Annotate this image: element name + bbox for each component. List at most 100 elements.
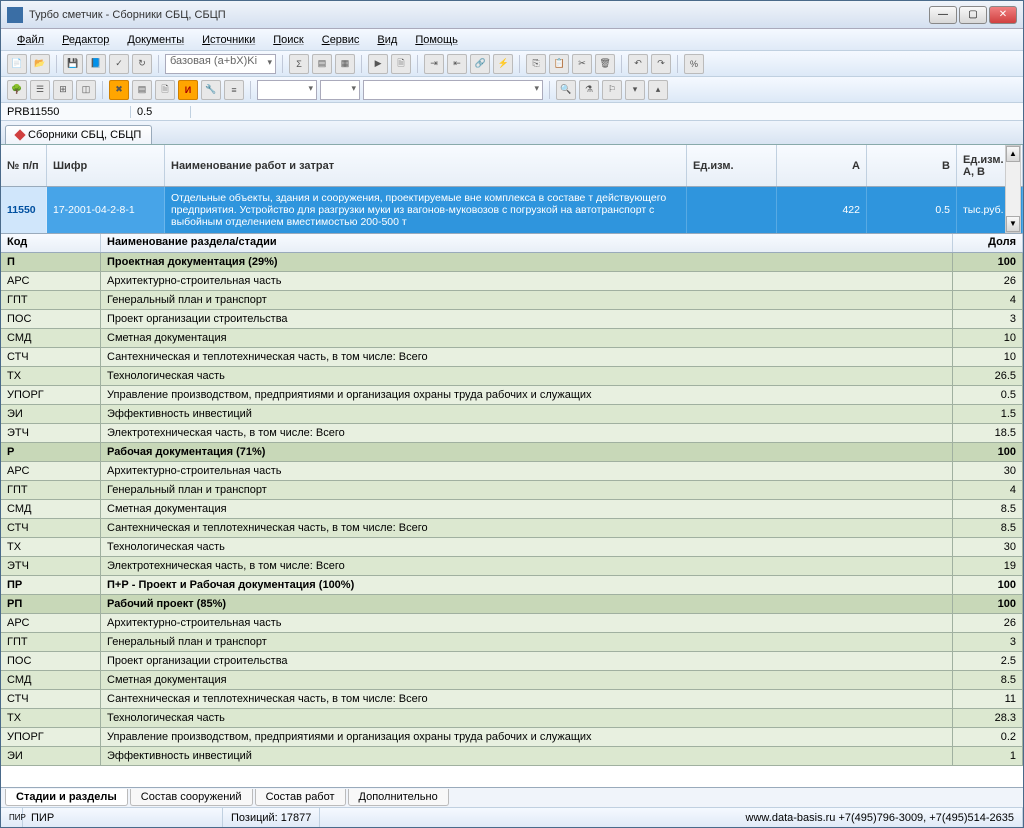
maximize-button[interactable]: ▢ (959, 6, 987, 24)
doc-tab-active[interactable]: Сборники СБЦ, СБЦП (5, 125, 152, 144)
collapse-icon[interactable]: ▦ (335, 54, 355, 74)
cell-value[interactable]: 0.5 (131, 106, 191, 118)
wrench-icon[interactable]: 🔧 (201, 80, 221, 100)
detail-row[interactable]: УПОРГУправление производством, предприят… (1, 386, 1023, 405)
tree-icon[interactable]: 🌳 (7, 80, 27, 100)
undo-icon[interactable]: ↶ (628, 54, 648, 74)
detail-row[interactable]: СМДСметная документация8.5 (1, 671, 1023, 690)
detail-row[interactable]: ЭТЧЭлектротехническая часть, в том числе… (1, 557, 1023, 576)
scroll-down-icon[interactable]: ▼ (1006, 216, 1020, 232)
book-icon[interactable]: 📘 (86, 54, 106, 74)
detail-row[interactable]: ПОСПроект организации строительства2.5 (1, 652, 1023, 671)
import-icon[interactable]: ⇥ (424, 54, 444, 74)
detail-row[interactable]: РРабочая документация (71%)100 (1, 443, 1023, 462)
detail-row[interactable]: СТЧСантехническая и теплотехническая час… (1, 690, 1023, 709)
menu-сервис[interactable]: Сервис (314, 32, 368, 48)
detail-row[interactable]: ГПТГенеральный план и транспорт4 (1, 481, 1023, 500)
detail-row[interactable]: ГПТГенеральный план и транспорт4 (1, 291, 1023, 310)
save-icon[interactable]: 💾 (63, 54, 83, 74)
detail-row[interactable]: СТЧСантехническая и теплотехническая час… (1, 348, 1023, 367)
split-icon[interactable]: ◫ (76, 80, 96, 100)
col-b[interactable]: В (867, 145, 957, 186)
export-icon[interactable]: ⇤ (447, 54, 467, 74)
minimize-button[interactable]: — (929, 6, 957, 24)
list-icon[interactable]: ☰ (30, 80, 50, 100)
paste-icon[interactable]: 📋 (549, 54, 569, 74)
sigma-icon[interactable]: Σ (289, 54, 309, 74)
unfold-icon[interactable]: ▴ (648, 80, 668, 100)
col-unit[interactable]: Ед.изм. (687, 145, 777, 186)
col-a[interactable]: А (777, 145, 867, 186)
menu-файл[interactable]: Файл (9, 32, 52, 48)
run-icon[interactable]: ▶ (368, 54, 388, 74)
d-code: ЭТЧ (1, 557, 101, 575)
detail-row[interactable]: ПРП+Р - Проект и Рабочая документация (1… (1, 576, 1023, 595)
scroll-up-icon[interactable]: ▲ (1006, 146, 1020, 162)
col-num[interactable]: № п/п (1, 145, 47, 186)
flag-icon[interactable]: ⚐ (602, 80, 622, 100)
detail-row[interactable]: ППроектная документация (29%)100 (1, 253, 1023, 272)
combo-3[interactable] (320, 80, 360, 100)
bottom-tab-1[interactable]: Состав сооружений (130, 789, 253, 806)
detail-row[interactable]: УПОРГУправление производством, предприят… (1, 728, 1023, 747)
detail-row[interactable]: АРСАрхитектурно-строительная часть30 (1, 462, 1023, 481)
detail-row[interactable]: ТХТехнологическая часть30 (1, 538, 1023, 557)
col-name[interactable]: Наименование работ и затрат (165, 145, 687, 186)
filter-icon[interactable]: ≡ (224, 80, 244, 100)
bottom-tab-3[interactable]: Дополнительно (348, 789, 449, 806)
combo-2[interactable] (257, 80, 317, 100)
check-icon[interactable]: ✓ (109, 54, 129, 74)
expand-icon[interactable]: ▤ (312, 54, 332, 74)
menu-источники[interactable]: Источники (194, 32, 263, 48)
doc-icon[interactable]: 🗎 (391, 54, 411, 74)
col-cifr[interactable]: Шифр (47, 145, 165, 186)
bolt-icon[interactable]: ⚡ (493, 54, 513, 74)
detail-row[interactable]: СМДСметная документация10 (1, 329, 1023, 348)
refresh-icon[interactable]: ↻ (132, 54, 152, 74)
percent-icon[interactable]: % (684, 54, 704, 74)
menu-помощь[interactable]: Помощь (407, 32, 466, 48)
link-icon[interactable]: 🔗 (470, 54, 490, 74)
grid-icon[interactable]: ⊞ (53, 80, 73, 100)
menu-поиск[interactable]: Поиск (265, 32, 311, 48)
dcol-name[interactable]: Наименование раздела/стадии (101, 234, 953, 252)
d-name: Сантехническая и теплотехническая часть,… (101, 690, 953, 708)
menu-редактор[interactable]: Редактор (54, 32, 117, 48)
copy-icon[interactable]: ⎘ (526, 54, 546, 74)
detail-row[interactable]: ТХТехнологическая часть26.5 (1, 367, 1023, 386)
tool-icon[interactable]: ✖ (109, 80, 129, 100)
grid-scrollbar[interactable]: ▲ ▼ (1005, 145, 1021, 233)
detail-row[interactable]: ЭИЭффективность инвестиций1.5 (1, 405, 1023, 424)
dcol-val[interactable]: Доля (953, 234, 1023, 252)
dcol-code[interactable]: Код (1, 234, 101, 252)
detail-row[interactable]: ЭТЧЭлектротехническая часть, в том числе… (1, 424, 1023, 443)
new-icon[interactable]: 📄 (7, 54, 27, 74)
detail-row[interactable]: СМДСметная документация8.5 (1, 500, 1023, 519)
detail-row[interactable]: ГПТГенеральный план и транспорт3 (1, 633, 1023, 652)
redo-icon[interactable]: ↷ (651, 54, 671, 74)
detail-row[interactable]: ТХТехнологическая часть28.3 (1, 709, 1023, 728)
detail-row[interactable]: СТЧСантехническая и теплотехническая час… (1, 519, 1023, 538)
bottom-tab-0[interactable]: Стадии и разделы (5, 789, 128, 806)
funnel-icon[interactable]: ⚗ (579, 80, 599, 100)
menu-документы[interactable]: Документы (119, 32, 192, 48)
cut-icon[interactable]: ✂ (572, 54, 592, 74)
combo-4[interactable] (363, 80, 543, 100)
detail-row[interactable]: АРСАрхитектурно-строительная часть26 (1, 272, 1023, 291)
menu-вид[interactable]: Вид (369, 32, 405, 48)
grid-row[interactable]: 11550 17-2001-04-2-8-1 Отдельные объекты… (1, 187, 1023, 233)
detail-row[interactable]: ЭИЭффективность инвестиций1 (1, 747, 1023, 766)
detail-row[interactable]: ПОСПроект организации строительства3 (1, 310, 1023, 329)
open-icon[interactable]: 📂 (30, 54, 50, 74)
formula-combo[interactable]: базовая (a+bX)Ki (165, 54, 276, 74)
fold-icon[interactable]: ▾ (625, 80, 645, 100)
close-button[interactable]: ✕ (989, 6, 1017, 24)
bottom-tab-2[interactable]: Состав работ (255, 789, 346, 806)
ind-icon[interactable]: И (178, 80, 198, 100)
search-icon[interactable]: 🔍 (556, 80, 576, 100)
delete-icon[interactable]: 🗑 (595, 54, 615, 74)
doc2-icon[interactable]: 🗎 (155, 80, 175, 100)
layers-icon[interactable]: ▤ (132, 80, 152, 100)
detail-row[interactable]: РПРабочий проект (85%)100 (1, 595, 1023, 614)
detail-row[interactable]: АРСАрхитектурно-строительная часть26 (1, 614, 1023, 633)
